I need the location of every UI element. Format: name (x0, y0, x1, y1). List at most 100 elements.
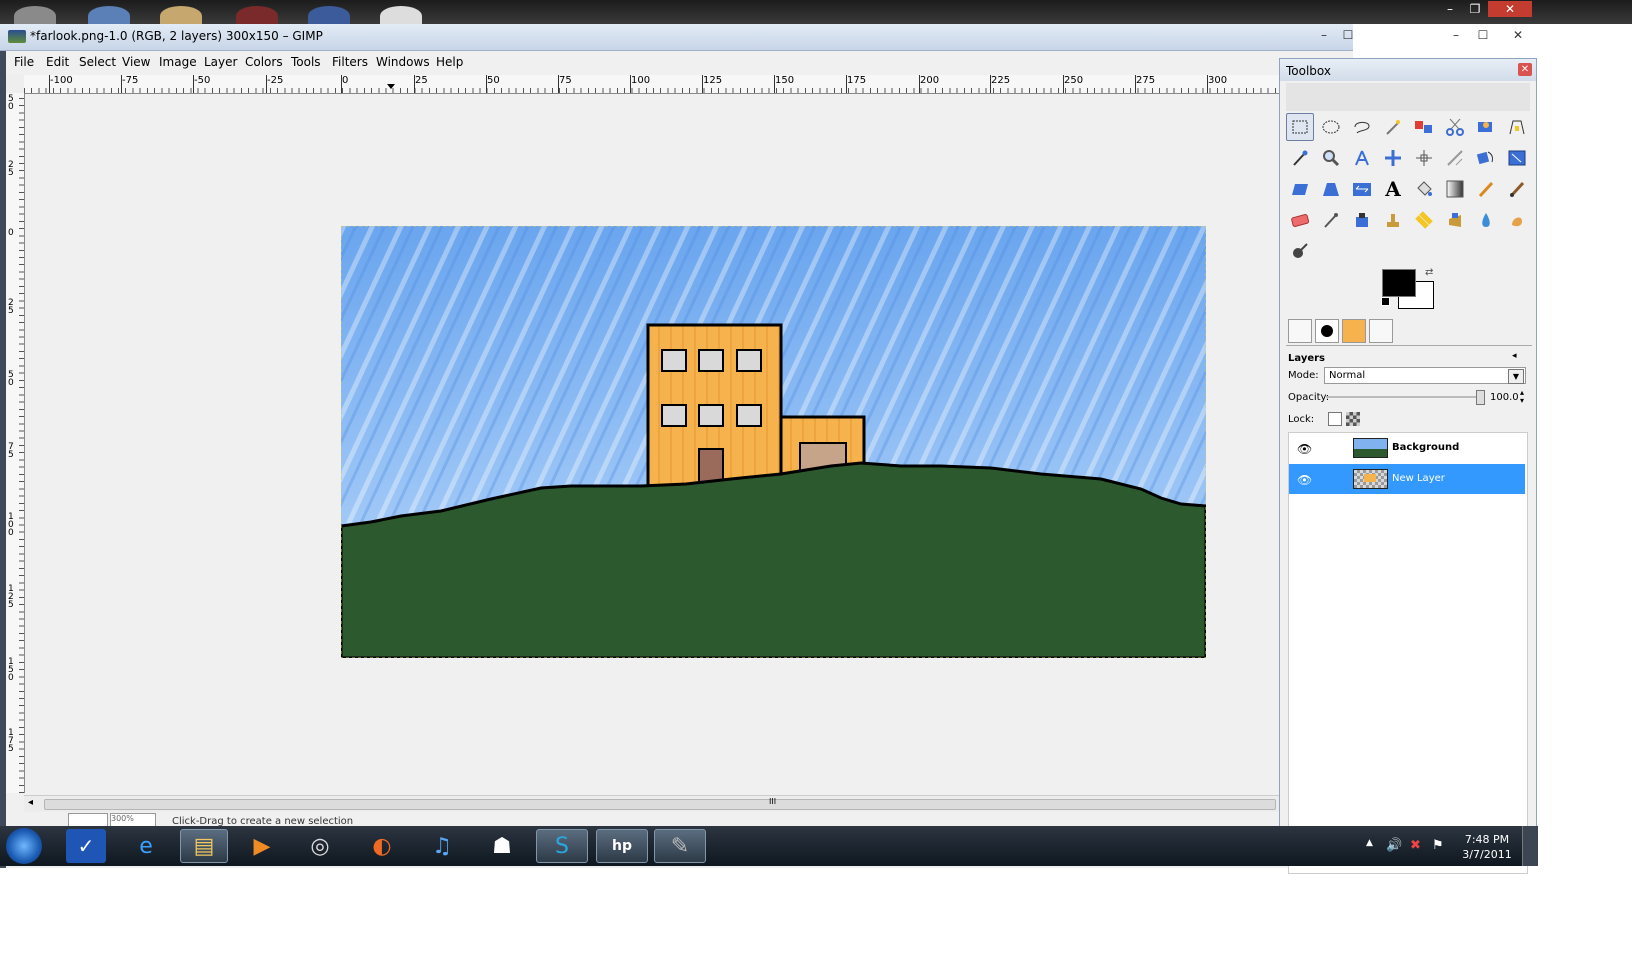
wilber-drop-area[interactable] (1286, 83, 1530, 111)
tab-brushes[interactable] (1315, 319, 1339, 343)
panel-menu-icon[interactable]: ◂ (1512, 351, 1517, 361)
paintbrush-icon[interactable] (1503, 175, 1531, 203)
show-desktop-button[interactable] (1522, 826, 1538, 866)
foreground-color-swatch[interactable] (1382, 269, 1416, 297)
menu-file[interactable]: File (14, 55, 34, 69)
foreground-select-icon[interactable] (1472, 113, 1500, 141)
free-select-icon[interactable] (1348, 113, 1376, 141)
toolbox-window-close-button[interactable]: ✕ (1506, 27, 1530, 44)
measure-icon[interactable] (1348, 144, 1376, 172)
perspective-icon[interactable] (1317, 175, 1345, 203)
menu-help[interactable]: Help (436, 55, 463, 69)
heal-icon[interactable] (1410, 206, 1438, 234)
rotate-icon[interactable] (1472, 144, 1500, 172)
menu-windows[interactable]: Windows (376, 55, 430, 69)
ruler-corner[interactable] (6, 75, 25, 94)
text-tool-icon[interactable]: A (1379, 175, 1407, 203)
dodge-burn-icon[interactable] (1286, 237, 1314, 265)
scrollbar-thumb[interactable]: III (44, 797, 1276, 810)
clock[interactable]: 7:48 PM 3/7/2011 (1452, 832, 1522, 862)
mode-select[interactable]: Normal ▼ (1324, 367, 1526, 384)
color-picker-icon[interactable] (1286, 144, 1314, 172)
desktop-icon[interactable] (380, 6, 422, 26)
perspective-clone-icon[interactable] (1441, 206, 1469, 234)
pencil-icon[interactable] (1472, 175, 1500, 203)
blur-icon[interactable] (1472, 206, 1500, 234)
layer-row-background[interactable]: 👁 Background (1289, 433, 1525, 463)
firefox-icon[interactable]: ◐ (362, 829, 402, 863)
image-canvas[interactable] (341, 226, 1206, 658)
hp-icon[interactable]: hp (596, 829, 648, 863)
clone-icon[interactable] (1379, 206, 1407, 234)
align-icon[interactable] (1410, 144, 1438, 172)
desktop-minimize-button[interactable]: – (1436, 1, 1464, 17)
vertical-ruler[interactable]: 50 25 0 25 50 75 100 125 150 175 (6, 93, 25, 793)
menu-edit[interactable]: Edit (46, 55, 69, 69)
desktop-close-button[interactable]: ✕ (1488, 1, 1532, 17)
desktop-icon[interactable] (308, 6, 350, 26)
start-button[interactable] (6, 828, 42, 864)
horizontal-scrollbar[interactable]: ◂ III (24, 795, 1279, 812)
scroll-left-icon[interactable]: ◂ (28, 797, 33, 808)
scissors-icon[interactable] (1441, 113, 1469, 141)
rect-select-icon[interactable] (1286, 113, 1314, 141)
menu-view[interactable]: View (122, 55, 150, 69)
eye-icon[interactable]: 👁 (1297, 442, 1312, 456)
media-center-icon[interactable]: ◎ (300, 829, 340, 863)
fuzzy-select-icon[interactable] (1379, 113, 1407, 141)
opacity-slider-handle[interactable] (1476, 390, 1485, 405)
default-colors-icon[interactable] (1381, 297, 1390, 306)
bucket-fill-icon[interactable] (1410, 175, 1438, 203)
opacity-slider[interactable] (1326, 396, 1476, 398)
tab-patterns[interactable] (1342, 319, 1366, 343)
tray-expand-icon[interactable]: ▲ (1366, 838, 1373, 848)
pinned-app-icon[interactable]: ✓ (66, 829, 106, 863)
toolbox-minimize-button[interactable]: – (1444, 27, 1468, 44)
stormtrooper-icon[interactable]: ☗ (482, 829, 522, 863)
menu-select[interactable]: Select (79, 55, 116, 69)
toolbox-close-icon[interactable]: ✕ (1518, 63, 1532, 76)
skype-icon[interactable]: S (536, 829, 588, 863)
lock-alpha-icon[interactable] (1346, 412, 1360, 426)
layer-name[interactable]: New Layer (1392, 473, 1445, 484)
crop-icon[interactable] (1441, 144, 1469, 172)
desktop-icon[interactable] (14, 6, 56, 26)
eraser-icon[interactable] (1286, 206, 1314, 234)
ellipse-select-icon[interactable] (1317, 113, 1345, 141)
desktop-icon[interactable] (160, 6, 202, 26)
select-by-color-icon[interactable] (1410, 113, 1438, 141)
itunes-icon[interactable]: ♫ (422, 829, 462, 863)
explorer-folder-icon[interactable]: ▤ (180, 829, 228, 863)
shear-icon[interactable] (1286, 175, 1314, 203)
menu-layer[interactable]: Layer (204, 55, 237, 69)
layer-name[interactable]: Background (1392, 442, 1459, 453)
action-center-icon[interactable]: ⚑ (1432, 838, 1444, 853)
gimp-taskbar-icon[interactable]: ✎ (654, 829, 706, 863)
window-maximize-button[interactable]: ☐ (1336, 27, 1360, 44)
airbrush-icon[interactable] (1317, 206, 1345, 234)
window-minimize-button[interactable]: – (1312, 27, 1336, 44)
internet-explorer-icon[interactable]: e (126, 829, 166, 863)
swap-colors-icon[interactable]: ⇄ (1425, 267, 1433, 278)
scale-icon[interactable] (1503, 144, 1531, 172)
desktop-restore-button[interactable]: ❐ (1464, 1, 1486, 17)
layer-row-new-layer[interactable]: 👁 New Layer (1289, 464, 1525, 494)
menu-colors[interactable]: Colors (245, 55, 283, 69)
horizontal-ruler[interactable]: -100 -75 -50 -25 0 25 50 75 100 125 150 … (24, 75, 1353, 94)
desktop-icon[interactable] (236, 6, 278, 26)
desktop-icon[interactable] (88, 6, 130, 26)
smudge-icon[interactable] (1503, 206, 1531, 234)
menu-filters[interactable]: Filters (332, 55, 368, 69)
ink-icon[interactable] (1348, 206, 1376, 234)
tab-layers[interactable] (1369, 319, 1393, 343)
eye-icon[interactable]: 👁 (1297, 473, 1312, 487)
tab-tool-options[interactable] (1288, 319, 1312, 343)
lock-pixels-checkbox[interactable] (1328, 412, 1342, 426)
volume-icon[interactable]: 🔊 (1386, 838, 1402, 853)
menu-image[interactable]: Image (159, 55, 197, 69)
toolbox-maximize-button[interactable]: ☐ (1471, 27, 1495, 44)
chevron-down-icon[interactable]: ▼ (1508, 369, 1524, 384)
zoom-icon[interactable] (1317, 144, 1345, 172)
media-player-icon[interactable]: ▶ (242, 829, 282, 863)
network-icon[interactable]: ✖ (1410, 838, 1421, 853)
